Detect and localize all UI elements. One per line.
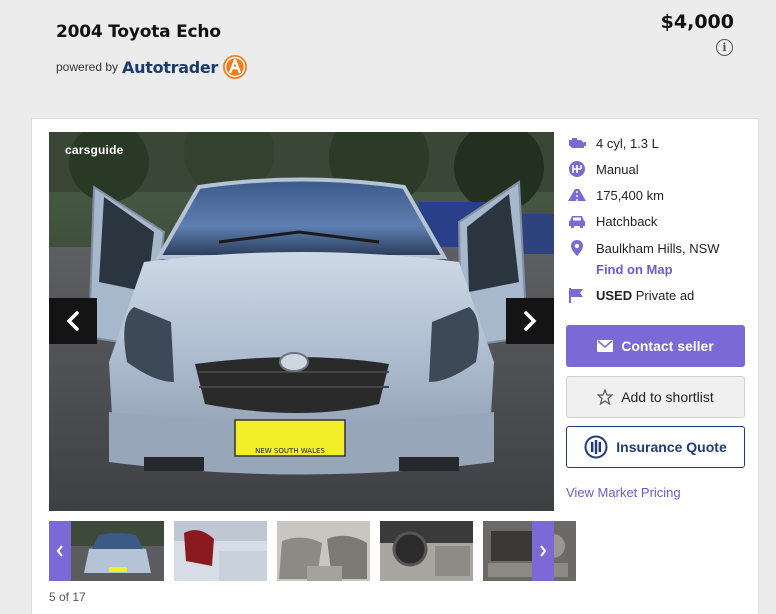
contact-seller-label: Contact seller: [621, 338, 714, 354]
transmission-text: Manual: [596, 161, 639, 177]
autotrader-logo: [223, 55, 247, 79]
autotrader-wordmark: Autotrader: [122, 57, 218, 77]
thumbs-next-button[interactable]: [532, 521, 554, 581]
view-market-pricing-link[interactable]: View Market Pricing: [566, 485, 681, 500]
thumbnail-image: [380, 521, 473, 581]
chevron-right-icon: [540, 545, 547, 557]
gearbox-icon: [566, 160, 588, 178]
thumbnail-1[interactable]: [71, 521, 164, 581]
flag-icon: [566, 286, 588, 304]
chevron-right-icon: [524, 311, 537, 331]
odometer-text: 175,400 km: [596, 187, 664, 203]
listing-header: 2004 Toyota Echo powered by Autotrader $…: [0, 0, 776, 118]
condition-text: USED Private ad: [596, 288, 694, 303]
spec-transmission: Manual: [566, 159, 639, 179]
powered-by-label: powered by: [56, 60, 119, 74]
chevron-left-icon: [66, 311, 79, 331]
thumbnail-5[interactable]: [483, 521, 576, 581]
thumbnail-image: [71, 521, 164, 581]
thumbnail-strip: [49, 521, 576, 581]
spec-engine: 4 cyl, 1.3 L: [566, 133, 659, 153]
location-text: Baulkham Hills, NSW: [596, 240, 720, 256]
allianz-icon: [584, 435, 608, 459]
thumbnail-4[interactable]: [380, 521, 473, 581]
thumbnail-image: [277, 521, 370, 581]
car-photo-image: NEW SOUTH WALES: [49, 132, 554, 511]
prev-photo-button[interactable]: [49, 298, 97, 344]
thumbnail-image: [483, 521, 576, 581]
spec-condition: USED Private ad: [566, 285, 694, 305]
body-text: Hatchback: [596, 213, 658, 229]
add-to-shortlist-button[interactable]: Add to shortlist: [566, 376, 745, 418]
listing-price: $4,000: [660, 11, 734, 33]
photo-counter: 5 of 17: [49, 590, 86, 604]
condition-label: USED: [596, 287, 633, 303]
shortlist-label: Add to shortlist: [621, 389, 714, 405]
location-pin-icon: [566, 239, 588, 257]
seller-type-label: Private ad: [635, 287, 695, 303]
plate-text: NEW SOUTH WALES: [255, 447, 325, 455]
carsguide-watermark: carsguide: [65, 143, 124, 157]
spec-body: Hatchback: [566, 211, 657, 231]
contact-seller-button[interactable]: Contact seller: [566, 325, 745, 367]
engine-icon: [566, 134, 588, 152]
thumbnail-3[interactable]: [277, 521, 370, 581]
insurance-quote-button[interactable]: Insurance Quote: [566, 426, 745, 468]
listing-title: 2004 Toyota Echo: [56, 22, 221, 42]
thumbs-prev-button[interactable]: [49, 521, 71, 581]
main-photo[interactable]: NEW SOUTH WALES carsguide: [49, 132, 554, 511]
info-icon[interactable]: i: [716, 39, 733, 56]
car-icon: [566, 212, 588, 230]
thumbnail-image: [174, 521, 267, 581]
spec-location: Baulkham Hills, NSW: [566, 238, 720, 258]
thumbnail-2[interactable]: [174, 521, 267, 581]
spec-odometer: 175,400 km: [566, 185, 664, 205]
engine-text: 4 cyl, 1.3 L: [596, 135, 659, 151]
odometer-icon: [566, 186, 588, 204]
find-on-map-link[interactable]: Find on Map: [596, 262, 673, 277]
powered-by: powered by Autotrader: [56, 54, 248, 80]
mail-icon: [597, 340, 614, 352]
next-photo-button[interactable]: [506, 298, 554, 344]
chevron-left-icon: [56, 545, 63, 557]
star-icon: [597, 389, 614, 405]
insurance-quote-label: Insurance Quote: [616, 439, 727, 455]
